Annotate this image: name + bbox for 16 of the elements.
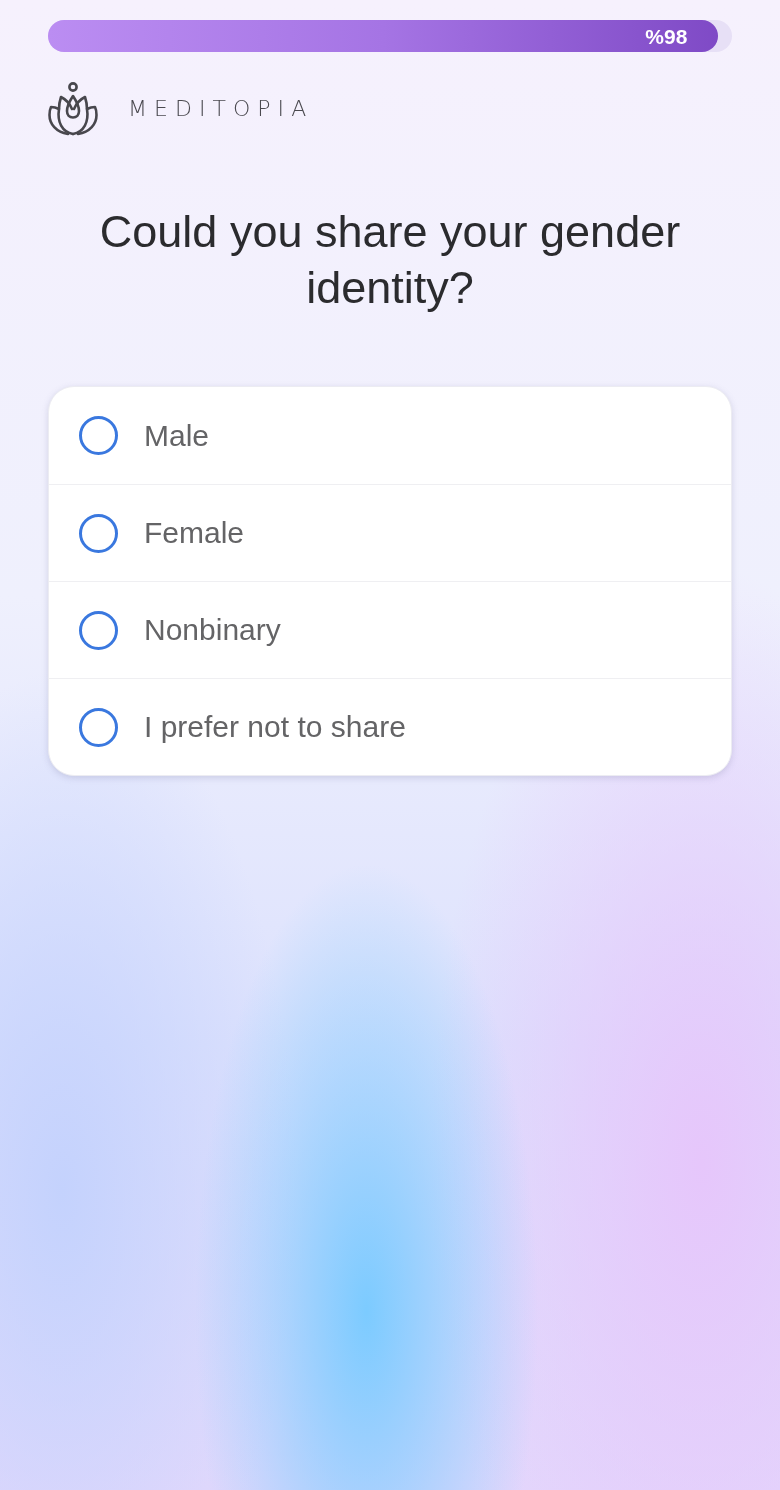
option-label: Male (144, 420, 210, 451)
radio-button[interactable] (79, 513, 118, 553)
option-label: Nonbinary (144, 615, 281, 645)
radio-button[interactable] (79, 610, 118, 650)
option-label: Female (144, 518, 245, 548)
lotus-logo-icon (48, 82, 98, 136)
radio-button[interactable] (79, 707, 118, 747)
option-row[interactable]: Nonbinary (49, 581, 731, 678)
option-row[interactable]: I prefer not to share (49, 678, 731, 775)
radio-button[interactable] (79, 416, 118, 455)
brand-name: MEDITOPIA (128, 98, 314, 120)
progress-label: %98 (645, 25, 688, 47)
option-row[interactable]: Female (49, 484, 731, 581)
question-heading: Could you share your gender identity? (98, 205, 682, 315)
option-label: I prefer not to share (144, 712, 406, 742)
option-row[interactable]: Male (49, 387, 731, 484)
